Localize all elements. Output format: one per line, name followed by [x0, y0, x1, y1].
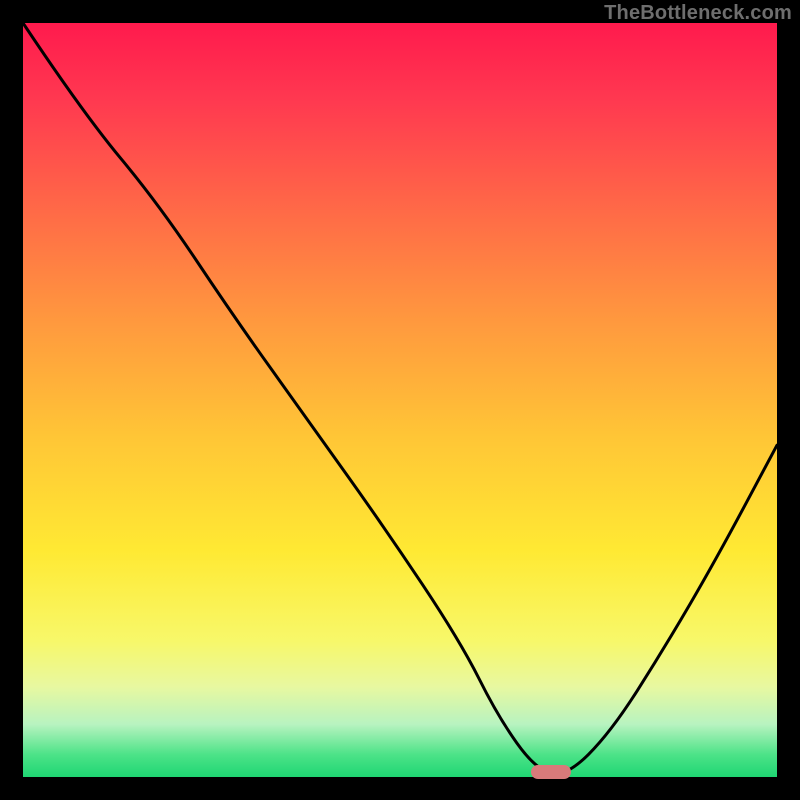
chart-frame: TheBottleneck.com — [0, 0, 800, 800]
watermark-text: TheBottleneck.com — [604, 2, 792, 25]
plot-area — [23, 23, 777, 777]
optimal-point-marker — [531, 765, 571, 779]
bottleneck-curve — [23, 23, 777, 777]
